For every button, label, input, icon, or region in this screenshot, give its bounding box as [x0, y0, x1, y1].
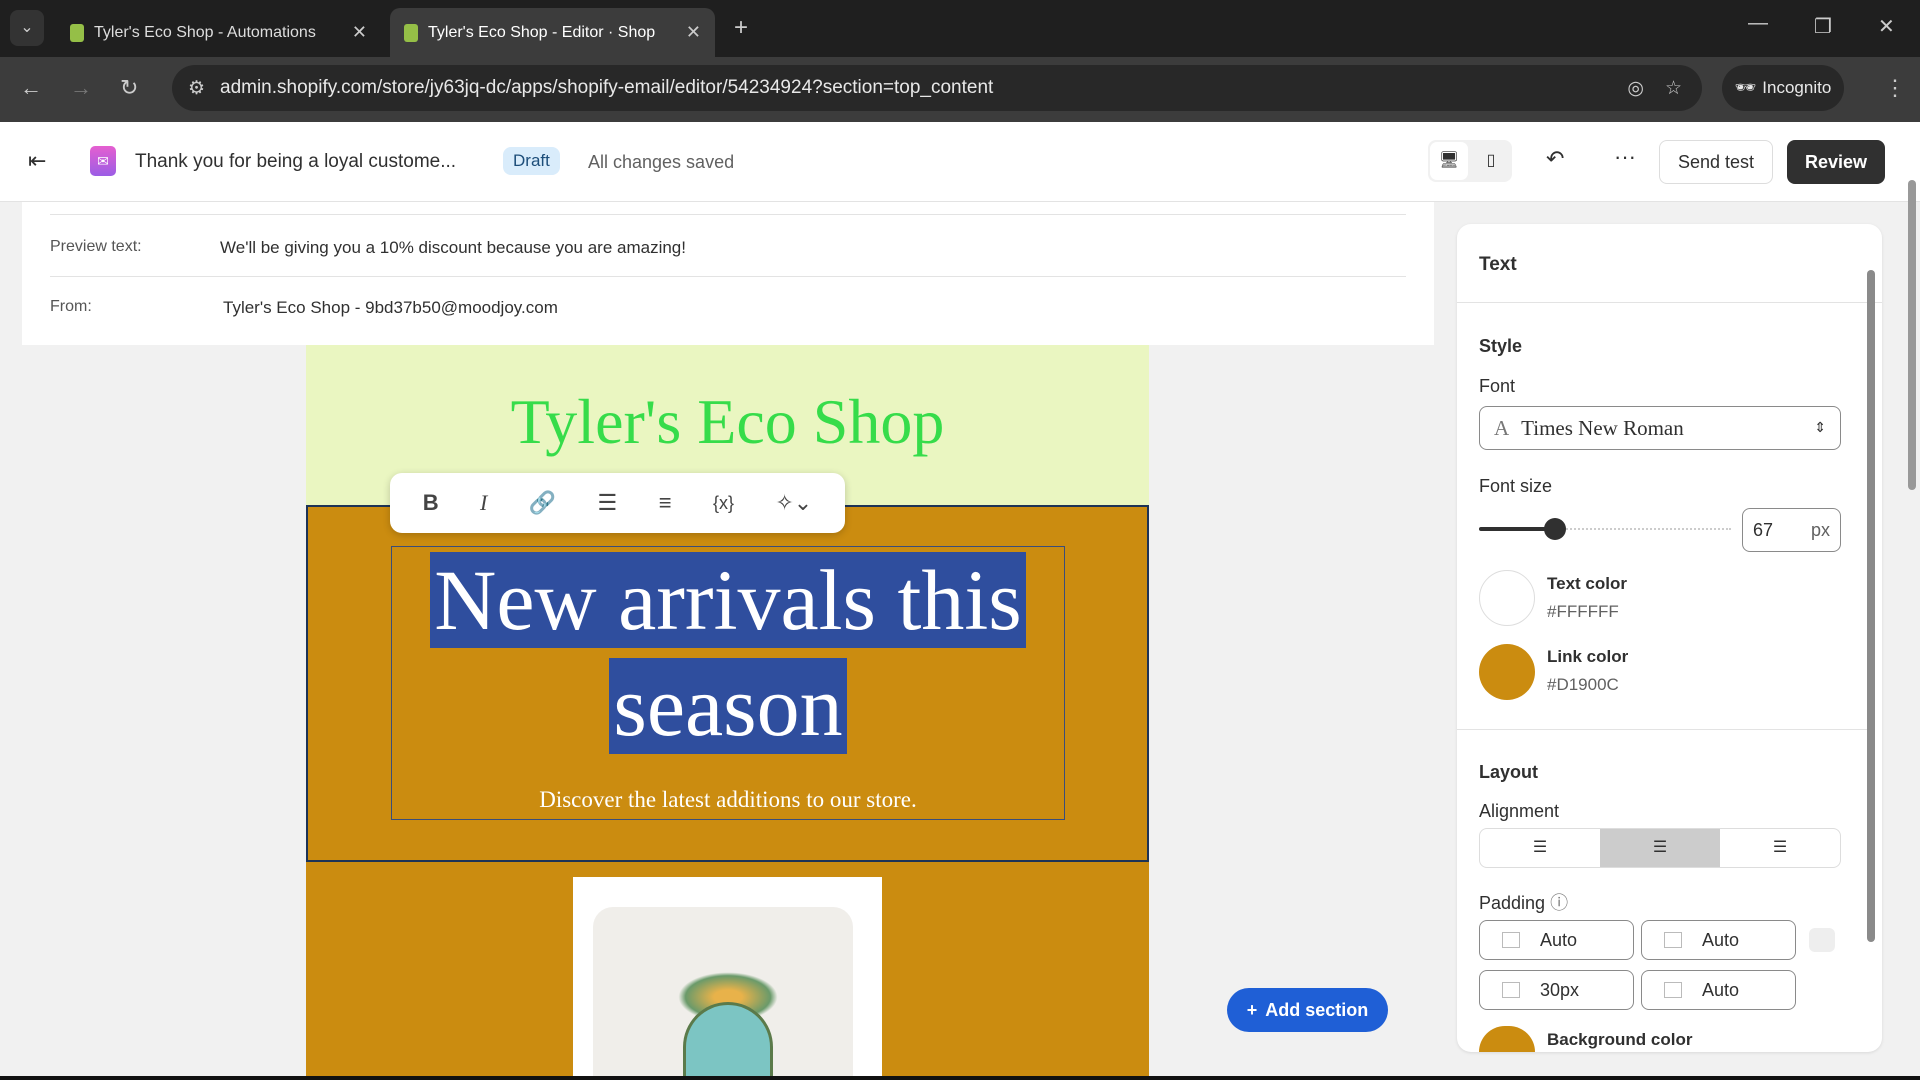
close-window-icon[interactable]: ✕ — [1878, 14, 1895, 39]
text-color-value: #FFFFFF — [1547, 602, 1619, 622]
link-color-label: Link color — [1547, 647, 1628, 667]
desktop-view-icon[interactable]: 🖥 — [1430, 142, 1468, 180]
subheading-text[interactable]: Discover the latest additions to our sto… — [392, 787, 1064, 813]
panel-title: Text — [1479, 254, 1517, 276]
font-size-input[interactable]: 67px — [1742, 508, 1841, 552]
reload-icon[interactable]: ↻ — [120, 75, 138, 101]
layout-heading: Layout — [1479, 762, 1538, 783]
bottom-edge — [0, 1076, 1920, 1080]
alignment-label: Alignment — [1479, 801, 1559, 822]
info-icon[interactable]: ⓘ — [1550, 893, 1568, 913]
font-label: Font — [1479, 376, 1515, 397]
undo-icon[interactable]: ↶ — [1546, 146, 1564, 172]
forward-icon[interactable]: → — [70, 75, 92, 101]
new-tab-icon[interactable]: + — [734, 14, 748, 42]
from-row[interactable]: From:Tyler's Eco Shop - 9bd37b50@moodjoy… — [50, 298, 558, 318]
text-color-swatch[interactable] — [1479, 570, 1535, 626]
browser-tab-bar: ⌄ Tyler's Eco Shop - Automations✕ Tyler'… — [0, 0, 1920, 57]
text-block[interactable]: New arrivals thisseason Discover the lat… — [391, 546, 1065, 820]
plus-icon: + — [1247, 1000, 1258, 1021]
italic-icon[interactable]: I — [480, 490, 487, 516]
save-status: All changes saved — [588, 152, 734, 173]
address-bar-row: ← → ↻ ⚙admin.shopify.com/store/jy63jq-dc… — [0, 57, 1920, 122]
email-meta-card: Preview text:We'll be giving you a 10% d… — [22, 202, 1434, 345]
site-settings-icon[interactable]: ⚙ — [188, 77, 205, 100]
rich-text-toolbar: B I 🔗 ☰ ≡ {x} ✧⌄ — [390, 473, 845, 533]
bullet-list-icon[interactable]: ☰ — [598, 490, 618, 516]
view-toggle: 🖥 ▯ — [1428, 140, 1512, 182]
font-size-label: Font size — [1479, 476, 1552, 497]
incognito-badge[interactable]: 🕶Incognito — [1722, 65, 1844, 111]
star-icon[interactable]: ☆ — [1665, 77, 1682, 100]
link-padding-icon[interactable] — [1809, 928, 1835, 952]
padding-left-input[interactable]: Auto — [1641, 970, 1796, 1010]
url-input[interactable]: ⚙admin.shopify.com/store/jy63jq-dc/apps/… — [172, 65, 1702, 111]
more-icon[interactable]: ··· — [1614, 144, 1636, 170]
slider-handle[interactable] — [1544, 518, 1566, 540]
align-left-icon[interactable]: ☰ — [1480, 829, 1600, 867]
text-settings-panel: Text Style Font ATimes New Roman⇕ Font s… — [1457, 224, 1882, 1052]
restore-icon[interactable]: ❐ — [1814, 14, 1832, 39]
review-button[interactable]: Review — [1787, 140, 1885, 184]
style-heading: Style — [1479, 336, 1522, 357]
editor-header: ⇤ ✉ Thank you for being a loyal custome.… — [0, 122, 1920, 202]
padding-right-icon — [1664, 932, 1682, 948]
text-color-label: Text color — [1547, 574, 1627, 594]
email-icon: ✉ — [90, 146, 116, 176]
ai-sparkle-icon[interactable]: ✧⌄ — [775, 490, 812, 516]
padding-bottom-input[interactable]: 30px — [1479, 970, 1634, 1010]
padding-top-icon — [1502, 932, 1520, 948]
padding-right-input[interactable]: Auto — [1641, 920, 1796, 960]
send-test-button[interactable]: Send test — [1659, 140, 1773, 184]
padding-top-input[interactable]: Auto — [1479, 920, 1634, 960]
align-center-icon[interactable]: ☰ — [1600, 829, 1720, 867]
background-color-swatch[interactable] — [1479, 1026, 1535, 1052]
minimize-icon[interactable]: — — [1748, 12, 1768, 35]
eye-off-icon[interactable]: ◎ — [1627, 77, 1644, 100]
bold-icon[interactable]: B — [423, 490, 439, 516]
shop-title[interactable]: Tyler's Eco Shop — [511, 386, 945, 457]
background-color-label: Background color — [1547, 1030, 1692, 1050]
preview-text-row[interactable]: Preview text:We'll be giving you a 10% d… — [50, 238, 686, 258]
heading-text[interactable]: New arrivals thisseason — [392, 547, 1064, 759]
back-icon[interactable]: ← — [20, 75, 42, 101]
email-title[interactable]: Thank you for being a loyal custome... — [135, 151, 456, 173]
padding-bottom-icon — [1502, 982, 1520, 998]
panel-scrollbar[interactable] — [1867, 270, 1875, 942]
tab-automations[interactable]: Tyler's Eco Shop - Automations✕ — [56, 8, 381, 57]
font-icon: A — [1494, 416, 1509, 441]
align-right-icon[interactable]: ☰ — [1720, 829, 1840, 867]
padding-left-icon — [1664, 982, 1682, 998]
link-color-value: #D1900C — [1547, 675, 1619, 695]
select-chevron-icon: ⇕ — [1814, 420, 1826, 437]
link-icon[interactable]: 🔗 — [529, 490, 556, 516]
status-badge: Draft — [503, 147, 560, 175]
exit-icon[interactable]: ⇤ — [28, 148, 46, 174]
shopify-icon — [404, 24, 418, 42]
alignment-group: ☰ ☰ ☰ — [1479, 828, 1841, 868]
page-scrollbar[interactable] — [1908, 180, 1916, 490]
tab-editor[interactable]: Tyler's Eco Shop - Editor · Shop✕ — [390, 8, 715, 57]
mobile-view-icon[interactable]: ▯ — [1472, 142, 1510, 180]
close-icon[interactable]: ✕ — [686, 22, 701, 43]
close-icon[interactable]: ✕ — [352, 22, 367, 43]
link-color-swatch[interactable] — [1479, 644, 1535, 700]
incognito-icon: 🕶 — [1735, 78, 1757, 98]
numbered-list-icon[interactable]: ≡ — [659, 490, 672, 516]
variable-icon[interactable]: {x} — [713, 493, 734, 514]
product-image[interactable] — [573, 877, 882, 1080]
add-section-button[interactable]: +Add section — [1227, 988, 1388, 1032]
shopify-icon — [70, 24, 84, 42]
font-select[interactable]: ATimes New Roman⇕ — [1479, 406, 1841, 450]
padding-label: Padding ⓘ — [1479, 889, 1568, 915]
menu-icon[interactable]: ⋮ — [1884, 75, 1906, 101]
tab-search-icon[interactable]: ⌄ — [10, 10, 44, 46]
